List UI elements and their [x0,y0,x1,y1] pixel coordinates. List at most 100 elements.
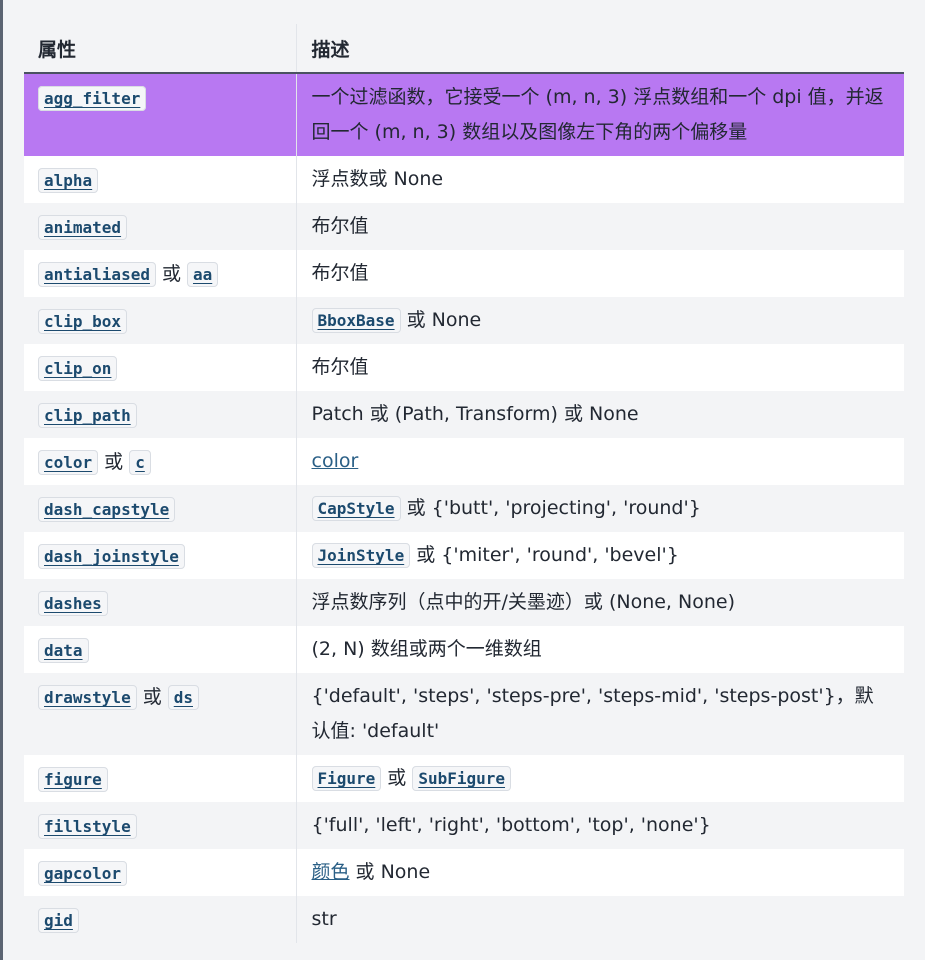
table-row: gapcolor 颜色 或 None [24,849,904,896]
description-cell: 浮点数或 None [295,156,904,203]
property-name-link[interactable]: data [38,638,89,663]
property-cell: dash_capstyle [24,485,296,532]
description-text: 一个过滤函数，它接受一个 (m, n, 3) 浮点数组和一个 dpi 值，并返回… [311,86,884,143]
or-separator: 或 [104,451,124,473]
description-cell: (2, N) 数组或两个一维数组 [295,626,904,673]
description-cell: BboxBase 或 None [295,297,904,344]
type-link[interactable]: SubFigure [412,766,512,791]
description-cell: 颜色 或 None [295,849,904,896]
property-name-link[interactable]: dash_capstyle [38,497,176,522]
color-link[interactable]: color [312,450,359,472]
table-row: gid str [24,896,904,943]
property-name-link[interactable]: clip_box [38,309,128,334]
description-text: Patch 或 (Path, Transform) 或 None [311,403,639,425]
property-cell: dashes [24,579,296,626]
table-row: clip_on 布尔值 [24,344,904,391]
property-cell: alpha [24,156,296,203]
property-cell: gid [24,896,296,943]
description-cell: {'full', 'left', 'right', 'bottom', 'top… [295,802,904,849]
property-cell: fillstyle [24,802,296,849]
property-cell: gapcolor [24,849,296,896]
table-row: fillstyle {'full', 'left', 'right', 'bott… [24,802,904,849]
description-text: (2, N) 数组或两个一维数组 [311,638,542,660]
properties-table-container: 属性 描述 agg_filter 一个过滤函数，它接受一个 (m, n, 3) 浮… [24,24,904,943]
header-description: 描述 [295,24,904,74]
property-name-link[interactable]: antialiased [38,262,156,287]
property-name-link[interactable]: clip_path [38,403,137,428]
table-row: dashes 浮点数序列（点中的开/关墨迹）或 (None, None) [24,579,904,626]
table-row: animated 布尔值 [24,203,904,250]
property-name-link[interactable]: figure [38,767,108,792]
description-cell: 布尔值 [295,203,904,250]
property-cell: drawstyle 或 ds [24,673,296,755]
table-row: agg_filter 一个过滤函数，它接受一个 (m, n, 3) 浮点数组和一个… [24,73,904,156]
description-cell: 浮点数序列（点中的开/关墨迹）或 (None, None) [295,579,904,626]
property-name-link[interactable]: gapcolor [38,861,128,886]
property-name-link[interactable]: fillstyle [38,814,137,839]
description-text: 浮点数序列（点中的开/关墨迹）或 (None, None) [311,591,735,613]
property-cell: antialiased 或 aa [24,250,296,297]
property-cell: color 或 c [24,438,296,485]
property-name-link[interactable]: dashes [38,591,108,616]
property-name-link[interactable]: agg_filter [38,86,147,111]
property-cell: animated [24,203,296,250]
description-text: {'default', 'steps', 'steps-pre', 'steps… [311,685,874,742]
table-row: clip_path Patch 或 (Path, Transform) 或 Non… [24,391,904,438]
properties-table: 属性 描述 agg_filter 一个过滤函数，它接受一个 (m, n, 3) 浮… [24,24,904,943]
property-name-link[interactable]: ds [167,685,199,710]
table-row: figure Figure 或 SubFigure [24,755,904,802]
description-cell: str [295,896,904,943]
description-cell: Figure 或 SubFigure [295,755,904,802]
property-name-link[interactable]: dash_joinstyle [38,544,185,569]
description-text: {'full', 'left', 'right', 'bottom', 'top… [311,814,711,836]
property-cell: data [24,626,296,673]
type-link[interactable]: CapStyle [311,496,401,521]
left-border [0,0,3,960]
description-cell: CapStyle 或 {'butt', 'projecting', 'round… [295,485,904,532]
description-cell: JoinStyle 或 {'miter', 'round', 'bevel'} [295,532,904,579]
property-name-link[interactable]: alpha [38,168,99,193]
type-link[interactable]: JoinStyle [311,543,411,568]
or-separator: 或 [387,767,407,789]
type-link[interactable]: BboxBase [311,308,401,333]
description-cell: Patch 或 (Path, Transform) 或 None [295,391,904,438]
description-cell: 布尔值 [295,344,904,391]
description-text: 或 {'miter', 'round', 'bevel'} [410,544,679,566]
description-text: 或 None [349,861,431,883]
property-name-link[interactable]: clip_on [38,356,118,381]
property-name-link[interactable]: color [38,450,99,475]
property-cell: clip_on [24,344,296,391]
property-name-link[interactable]: aa [186,262,219,287]
description-cell: 一个过滤函数，它接受一个 (m, n, 3) 浮点数组和一个 dpi 值，并返回… [295,73,904,156]
description-text: 布尔值 [311,215,369,237]
table-row: dash_joinstyle JoinStyle 或 {'miter', 'rou… [24,532,904,579]
table-row: color 或 c color [24,438,904,485]
table-row: clip_box BboxBase 或 None [24,297,904,344]
description-cell: color [295,438,904,485]
property-cell: dash_joinstyle [24,532,296,579]
table-header: 属性 描述 [24,24,904,74]
or-separator: 或 [161,263,181,285]
description-text: str [311,908,337,930]
property-cell: clip_path [24,391,296,438]
property-name-link[interactable]: c [129,450,151,475]
type-link[interactable]: Figure [311,766,382,791]
table-row: alpha 浮点数或 None [24,156,904,203]
table-row: drawstyle 或 ds {'default', 'steps', 'steps-… [24,673,904,755]
description-cell: 布尔值 [295,250,904,297]
description-text: 或 None [400,309,482,331]
or-separator: 或 [142,686,162,708]
property-cell: agg_filter [24,73,296,156]
table-row: dash_capstyle CapStyle 或 {'butt', 'projec… [24,485,904,532]
description-text: 布尔值 [311,356,369,378]
property-name-link[interactable]: drawstyle [38,685,137,710]
property-cell: figure [24,755,296,802]
property-cell: clip_box [24,297,296,344]
property-name-link[interactable]: gid [38,908,79,933]
color-link[interactable]: 颜色 [312,861,350,883]
description-text: 浮点数或 None [311,168,444,190]
description-cell: {'default', 'steps', 'steps-pre', 'steps… [295,673,904,755]
table-row: data (2, N) 数组或两个一维数组 [24,626,904,673]
header-property: 属性 [24,24,296,74]
property-name-link[interactable]: animated [38,215,128,240]
